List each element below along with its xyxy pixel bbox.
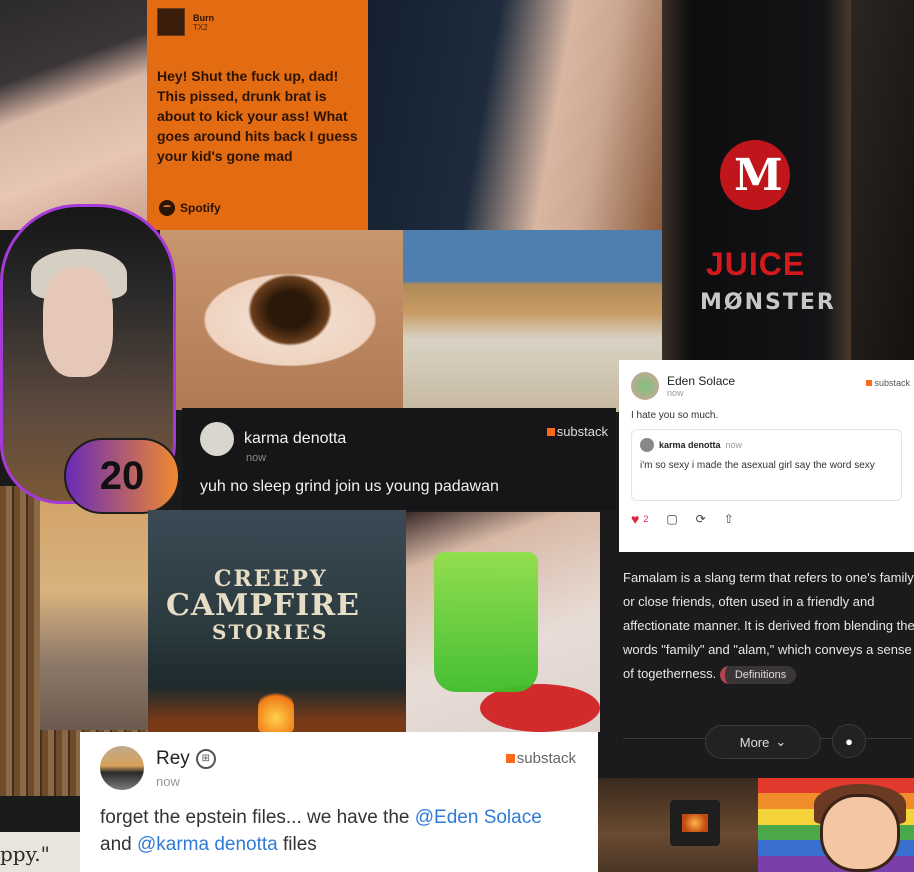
comment-icon[interactable]: ▢ bbox=[666, 512, 677, 526]
body-text-2: and bbox=[100, 834, 137, 855]
pride-cartoon bbox=[758, 778, 914, 872]
share-icon[interactable]: ⇧ bbox=[724, 512, 734, 526]
body-text-1: forget the epstein files... we have the bbox=[100, 807, 415, 828]
restack-icon[interactable]: ⟳ bbox=[696, 512, 706, 526]
quoted-timestamp: now bbox=[725, 440, 743, 450]
shot-glass bbox=[434, 552, 538, 692]
track-title: Burn bbox=[193, 12, 214, 23]
substack-icon bbox=[546, 427, 555, 436]
substack-icon bbox=[505, 754, 515, 763]
stove-fire bbox=[682, 814, 708, 832]
quoted-author: karma denotta bbox=[659, 440, 721, 450]
author-name[interactable]: Rey bbox=[156, 748, 190, 770]
eden-substack-note[interactable]: Eden Solace now substack I hate you so m… bbox=[619, 360, 914, 552]
energy-drink-photo: M JUICE MØNSTER bbox=[662, 0, 852, 360]
avatar[interactable] bbox=[200, 422, 234, 456]
lyrics-text: Hey! Shut the fuck up, dad! This pissed,… bbox=[157, 68, 358, 164]
can-line2: MØNSTER bbox=[700, 290, 836, 315]
wood-stove-photo bbox=[598, 778, 758, 872]
heart-icon[interactable]: ♥ bbox=[631, 511, 639, 527]
karma-substack-note[interactable]: karma denotta now yuh no sleep grind joi… bbox=[182, 408, 616, 510]
spotify-lyric-card[interactable]: Burn TX2 Hey! Shut the fuck up, dad! Thi… bbox=[147, 0, 369, 230]
avatar[interactable] bbox=[100, 746, 144, 790]
author-name[interactable]: Eden Solace bbox=[667, 374, 735, 388]
spotify-track-header: Burn TX2 bbox=[157, 8, 359, 36]
substack-logo: substack bbox=[505, 750, 576, 767]
drum-room-photo bbox=[40, 500, 150, 730]
note-header: karma denotta bbox=[200, 422, 598, 456]
more-button[interactable]: More ⌄ bbox=[705, 725, 821, 759]
substack-logo: substack bbox=[866, 378, 910, 388]
note-body: I hate you so much. bbox=[631, 410, 719, 421]
quoted-avatar bbox=[640, 438, 654, 452]
substack-logo: substack bbox=[546, 424, 608, 439]
monster-claw-logo: M bbox=[734, 150, 783, 201]
album-cover bbox=[157, 8, 185, 36]
spotify-label: Spotify bbox=[180, 201, 221, 215]
arm-photo bbox=[0, 0, 148, 230]
number-badge: 20 bbox=[64, 438, 180, 514]
selfie-photo bbox=[368, 0, 662, 232]
avatar[interactable] bbox=[631, 372, 659, 400]
mention-eden[interactable]: @Eden Solace bbox=[415, 807, 542, 828]
quoted-body: i'm so sexy i made the asexual girl say … bbox=[640, 460, 875, 471]
body-text-3: files bbox=[277, 834, 317, 855]
musician-portrait: 20 bbox=[0, 200, 180, 516]
definition-body: Famalam is a slang term that refers to o… bbox=[623, 570, 914, 681]
eye-closeup-photo bbox=[160, 230, 404, 410]
author-row: Rey ⊞ bbox=[156, 748, 216, 770]
substack-label: substack bbox=[516, 750, 576, 767]
author-name[interactable]: karma denotta bbox=[244, 430, 346, 448]
note-body: forget the epstein files... we have the … bbox=[100, 804, 578, 858]
quoted-note[interactable]: karma denotta now i'm so sexy i made the… bbox=[631, 429, 902, 501]
substack-label: substack bbox=[874, 378, 910, 388]
timestamp: now bbox=[246, 452, 267, 464]
portrait-face bbox=[43, 267, 113, 377]
quote-fragment: ppy." bbox=[0, 832, 80, 872]
campfire-graphic bbox=[258, 686, 294, 732]
substack-label: substack bbox=[556, 424, 608, 439]
note-body: yuh no sleep grind join us young padawan bbox=[200, 478, 499, 495]
chevron-down-icon: ⌄ bbox=[775, 734, 787, 749]
book-title-line3: STORIES bbox=[212, 620, 329, 644]
definitions-chip[interactable]: Definitions bbox=[719, 666, 797, 684]
like-count: 2 bbox=[643, 514, 649, 524]
green-shot-photo bbox=[406, 512, 600, 732]
quoted-header: karma denotta now bbox=[640, 438, 893, 452]
timestamp: now bbox=[667, 388, 684, 398]
book-title-line2: CAMPFIRE bbox=[166, 588, 361, 623]
note-actions: ♥ 2 ▢ ⟳ ⇧ bbox=[631, 511, 902, 527]
dark-wood-photo bbox=[851, 0, 914, 362]
chat-bubble-icon[interactable]: ● bbox=[832, 724, 866, 758]
famalam-definition-card: Famalam is a slang term that refers to o… bbox=[603, 552, 914, 777]
creepy-campfire-book: CREEPY CAMPFIRE STORIES bbox=[148, 510, 406, 732]
more-label: More bbox=[739, 734, 770, 750]
timestamp: now bbox=[156, 773, 180, 789]
rey-substack-note[interactable]: Rey ⊞ now substack forget the epstein fi… bbox=[80, 732, 598, 872]
note-header: Eden Solace now bbox=[631, 372, 902, 400]
track-artist: TX2 bbox=[193, 22, 208, 32]
verified-badge-icon: ⊞ bbox=[195, 748, 216, 769]
cartoon-face bbox=[820, 794, 900, 872]
mention-karma[interactable]: @karma denotta bbox=[137, 834, 278, 855]
substack-icon bbox=[866, 380, 873, 386]
can-line1: JUICE bbox=[706, 246, 806, 282]
definition-text: Famalam is a slang term that refers to o… bbox=[623, 566, 914, 686]
